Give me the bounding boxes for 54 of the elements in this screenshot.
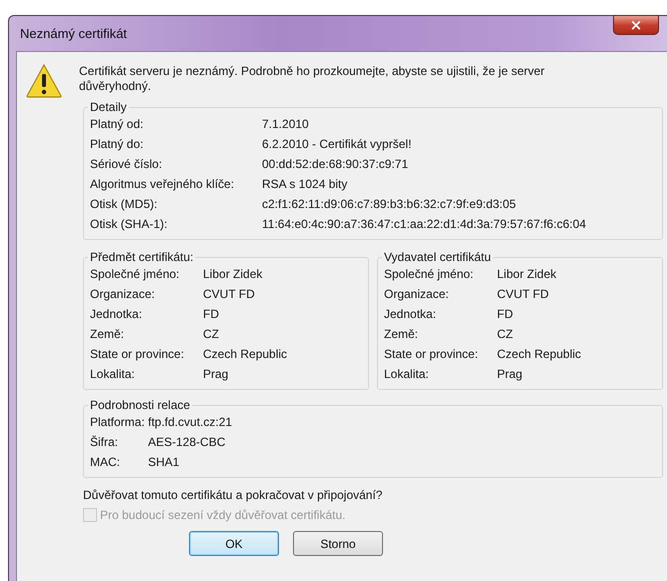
field-value: CVUT FD	[497, 286, 550, 303]
close-button[interactable]: ×	[613, 15, 659, 35]
field-value: 7.1.2010	[262, 116, 310, 133]
field-label: Lokalita:	[90, 366, 136, 383]
field-label: Organizace:	[384, 286, 450, 303]
field-label: State or province:	[90, 346, 186, 363]
field-value: CZ	[203, 326, 220, 343]
field-value: CVUT FD	[203, 286, 256, 303]
field-label: Země:	[90, 326, 126, 343]
cancel-button[interactable]: Storno	[293, 531, 383, 556]
field-value: CZ	[497, 326, 514, 343]
field-value: RSA s 1024 bity	[262, 176, 348, 193]
field-label: Organizace:	[90, 286, 156, 303]
field-value: FD	[497, 306, 514, 323]
field-label: Sériové číslo:	[90, 156, 164, 173]
field-label: Jednotka:	[90, 306, 144, 323]
field-value: c2:f1:62:11:d9:06:c7:89:b3:b6:32:c7:9f:e9:d3:05	[262, 196, 517, 213]
field-label: State or province:	[384, 346, 480, 363]
field-label: MAC:	[90, 454, 121, 471]
field-value: 11:64:e0:4c:90:a7:36:47:c1:aa:22:d1:4d:3a:79:57:67:f6:c6:04	[262, 216, 588, 233]
question-text: Důvěřovat tomuto certifikátu a pokračovat v připojování?	[83, 488, 384, 502]
field-label: Otisk (SHA-1):	[90, 216, 168, 233]
field-value: Libor Zidek	[203, 266, 264, 283]
warning-icon	[26, 64, 62, 98]
message-text: Certifikát serveru je neznámý. Podrobně ho prozkoumejte, abyste se ujistili, že je server důvěryhodný.	[79, 64, 546, 95]
field-value: FD	[203, 306, 220, 323]
field-value: 00:dd:52:de:68:90:37:c9:71	[262, 156, 410, 173]
field-value: Libor Zidek	[497, 266, 558, 283]
ok-button[interactable]: OK	[189, 531, 279, 556]
field-label: Šifra:	[90, 434, 120, 451]
field-label: Otisk (MD5):	[90, 196, 158, 213]
checkbox-label: Pro budoucí sezení vždy důvěřovat certifikátu.	[100, 508, 346, 522]
group-title: Detaily	[89, 100, 128, 114]
field-label: Platforma:	[90, 414, 146, 431]
field-value: Prag	[203, 366, 230, 383]
field-label: Jednotka:	[384, 306, 438, 323]
group-title: Předmět certifikátu:	[89, 250, 194, 264]
field-value: Prag	[497, 366, 524, 383]
field-value: Czech Republic	[497, 346, 582, 363]
field-value: ftp.fd.cvut.cz:21	[148, 414, 234, 431]
field-label: Platný od:	[90, 116, 144, 133]
field-label: Lokalita:	[384, 366, 430, 383]
field-label: Země:	[384, 326, 420, 343]
field-value: SHA1	[148, 454, 180, 471]
window-title: Neznámý certifikát	[19, 26, 127, 41]
field-label: Platný do:	[90, 136, 144, 153]
field-value: AES-128-CBC	[148, 434, 226, 451]
field-label: Algoritmus veřejného klíče:	[90, 176, 236, 193]
group-title: Vydavatel certifikátu	[383, 250, 492, 264]
field-value: 6.2.2010 - Certifikát vypršel!	[262, 136, 412, 153]
group-title: Podrobnosti relace	[89, 398, 192, 412]
field-label: Společné jméno:	[90, 266, 180, 283]
field-label: Společné jméno:	[384, 266, 474, 283]
field-value: Czech Republic	[203, 346, 288, 363]
